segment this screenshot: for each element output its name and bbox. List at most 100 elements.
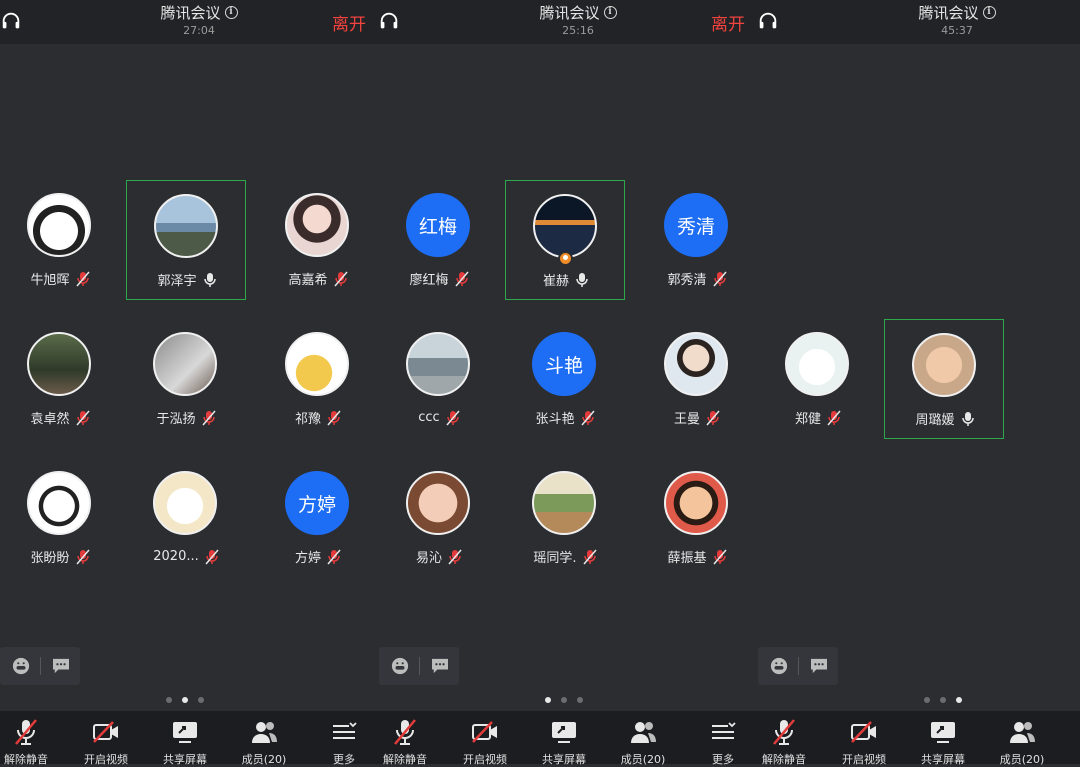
participant-tile[interactable]: 郭泽宇 [126,180,246,300]
participant-tile[interactable]: 秀清 郭秀清 [637,180,757,300]
headset-icon[interactable] [757,10,779,32]
reaction-bar [758,647,838,685]
toolbar-label: 开启视频 [463,753,507,766]
avatar [285,332,349,396]
avatar-initials: 红梅 [406,193,470,257]
mic-muted-icon [580,410,595,426]
avatar [912,333,976,397]
meeting-title-2: 腾讯会议 i 25:16 [498,2,658,37]
toolbar-label: 成员(20) [620,753,666,766]
participant-tile[interactable]: 张盼盼 [0,458,120,578]
participant-name: ccc [418,410,440,425]
toolbar-label: 共享屏幕 [542,753,586,766]
mic-muted-icon [582,549,597,565]
emoji-icon[interactable] [770,657,788,675]
info-icon[interactable]: i [982,6,996,19]
participant-name: 方婷 [294,551,321,566]
unmute-button[interactable]: 解除静音 [744,711,824,766]
leave-button[interactable]: 离开 [711,10,745,35]
page-dot[interactable] [577,697,583,703]
participant-name: 于泓扬 [156,412,196,427]
toolbar-label: 解除静音 [762,753,806,766]
avatar-initials: 斗艳 [532,332,596,396]
name-row: 张盼盼 [0,546,120,566]
meeting-title: 腾讯会议 [918,4,979,22]
toolbar-label: 共享屏幕 [921,753,965,766]
name-row: 2020... [126,546,246,565]
mic-on-icon [203,272,217,288]
divider [40,657,41,675]
headset-icon[interactable] [0,10,22,32]
avatar [533,194,597,258]
avatar [406,332,470,396]
name-row: 于泓扬 [126,407,246,427]
share-screen-button[interactable]: 共享屏幕 [524,711,604,766]
avatar [664,332,728,396]
page-dot[interactable] [166,697,172,703]
participant-name: 瑶同学. [533,551,577,566]
name-row: 高嘉希 [258,268,378,288]
meeting-title-3: 腾讯会议 i 45:37 [877,2,1037,37]
participant-tile[interactable]: 袁卓然 [0,319,120,439]
chat-icon[interactable] [52,658,70,674]
name-row: 张斗艳 [505,407,625,427]
participant-tile[interactable]: 于泓扬 [126,319,246,439]
participant-tile[interactable]: 牛旭晖 [0,180,120,300]
toolbar-label: 成员(20) [241,753,287,766]
avatar [785,332,849,396]
page-dot[interactable] [561,697,567,703]
divider [798,657,799,675]
page-dot[interactable] [198,697,204,703]
participant-tile[interactable]: 王曼 [637,319,757,439]
participant-name: 易沁 [415,551,442,566]
members-button[interactable]: 成员(20) [603,711,683,766]
chat-icon[interactable] [810,658,828,674]
members-button[interactable]: 成员(20) [982,711,1062,766]
members-button[interactable]: 成员(20) [224,711,304,766]
share-screen-button[interactable]: 共享屏幕 [903,711,983,766]
participant-name: 2020... [153,549,199,564]
mic-muted-icon [327,410,341,426]
start-video-button[interactable]: 开启视频 [824,711,904,766]
share-screen-button[interactable]: 共享屏幕 [145,711,225,766]
info-icon[interactable]: i [224,6,238,19]
info-icon[interactable]: i [603,6,617,19]
emoji-icon[interactable] [12,657,30,675]
participant-tile[interactable]: 红梅 廖红梅 [379,180,499,300]
start-video-button[interactable]: 开启视频 [445,711,525,766]
leave-button[interactable]: 离开 [332,10,366,35]
name-row: ccc [379,407,499,426]
participant-tile[interactable]: 郑健 [758,319,878,439]
unmute-button[interactable]: 解除静音 [0,711,66,766]
participant-tile[interactable]: 崔赫 [505,180,625,300]
page-dot[interactable] [924,697,930,703]
participant-tile[interactable]: 2020... [126,458,246,578]
toolbar-label: 共享屏幕 [163,753,207,766]
mic-muted-icon [75,271,90,287]
participant-tile[interactable]: 高嘉希 [258,180,378,300]
unmute-button[interactable]: 解除静音 [365,711,445,766]
mic-on-icon [961,411,975,427]
participant-tile[interactable]: 斗艳 张斗艳 [505,319,625,439]
participant-tile[interactable]: ccc [379,319,499,439]
participant-tile[interactable]: 祁豫 [258,319,378,439]
participant-tile[interactable]: 薛振基 [637,458,757,578]
mic-muted-icon [712,271,727,287]
toolbar-label: 解除静音 [383,753,427,766]
toolbar-label: 成员(20) [999,753,1045,766]
participant-tile[interactable]: 方婷 方婷 [258,458,378,578]
participant-tile[interactable]: 易沁 [379,458,499,578]
name-row: 周璐媛 [885,408,1005,428]
start-video-button[interactable]: 开启视频 [66,711,146,766]
participant-tile[interactable]: 周璐媛 [884,319,1004,439]
page-dot[interactable] [940,697,946,703]
page-dot[interactable] [956,697,962,703]
headset-icon[interactable] [378,10,400,32]
emoji-icon[interactable] [391,657,409,675]
participant-tile[interactable]: 瑶同学. [505,458,625,578]
participant-name: 祁豫 [294,412,321,427]
chat-icon[interactable] [431,658,449,674]
page-dot[interactable] [182,697,188,703]
page-dot[interactable] [545,697,551,703]
meeting-timer: 25:16 [562,24,594,37]
